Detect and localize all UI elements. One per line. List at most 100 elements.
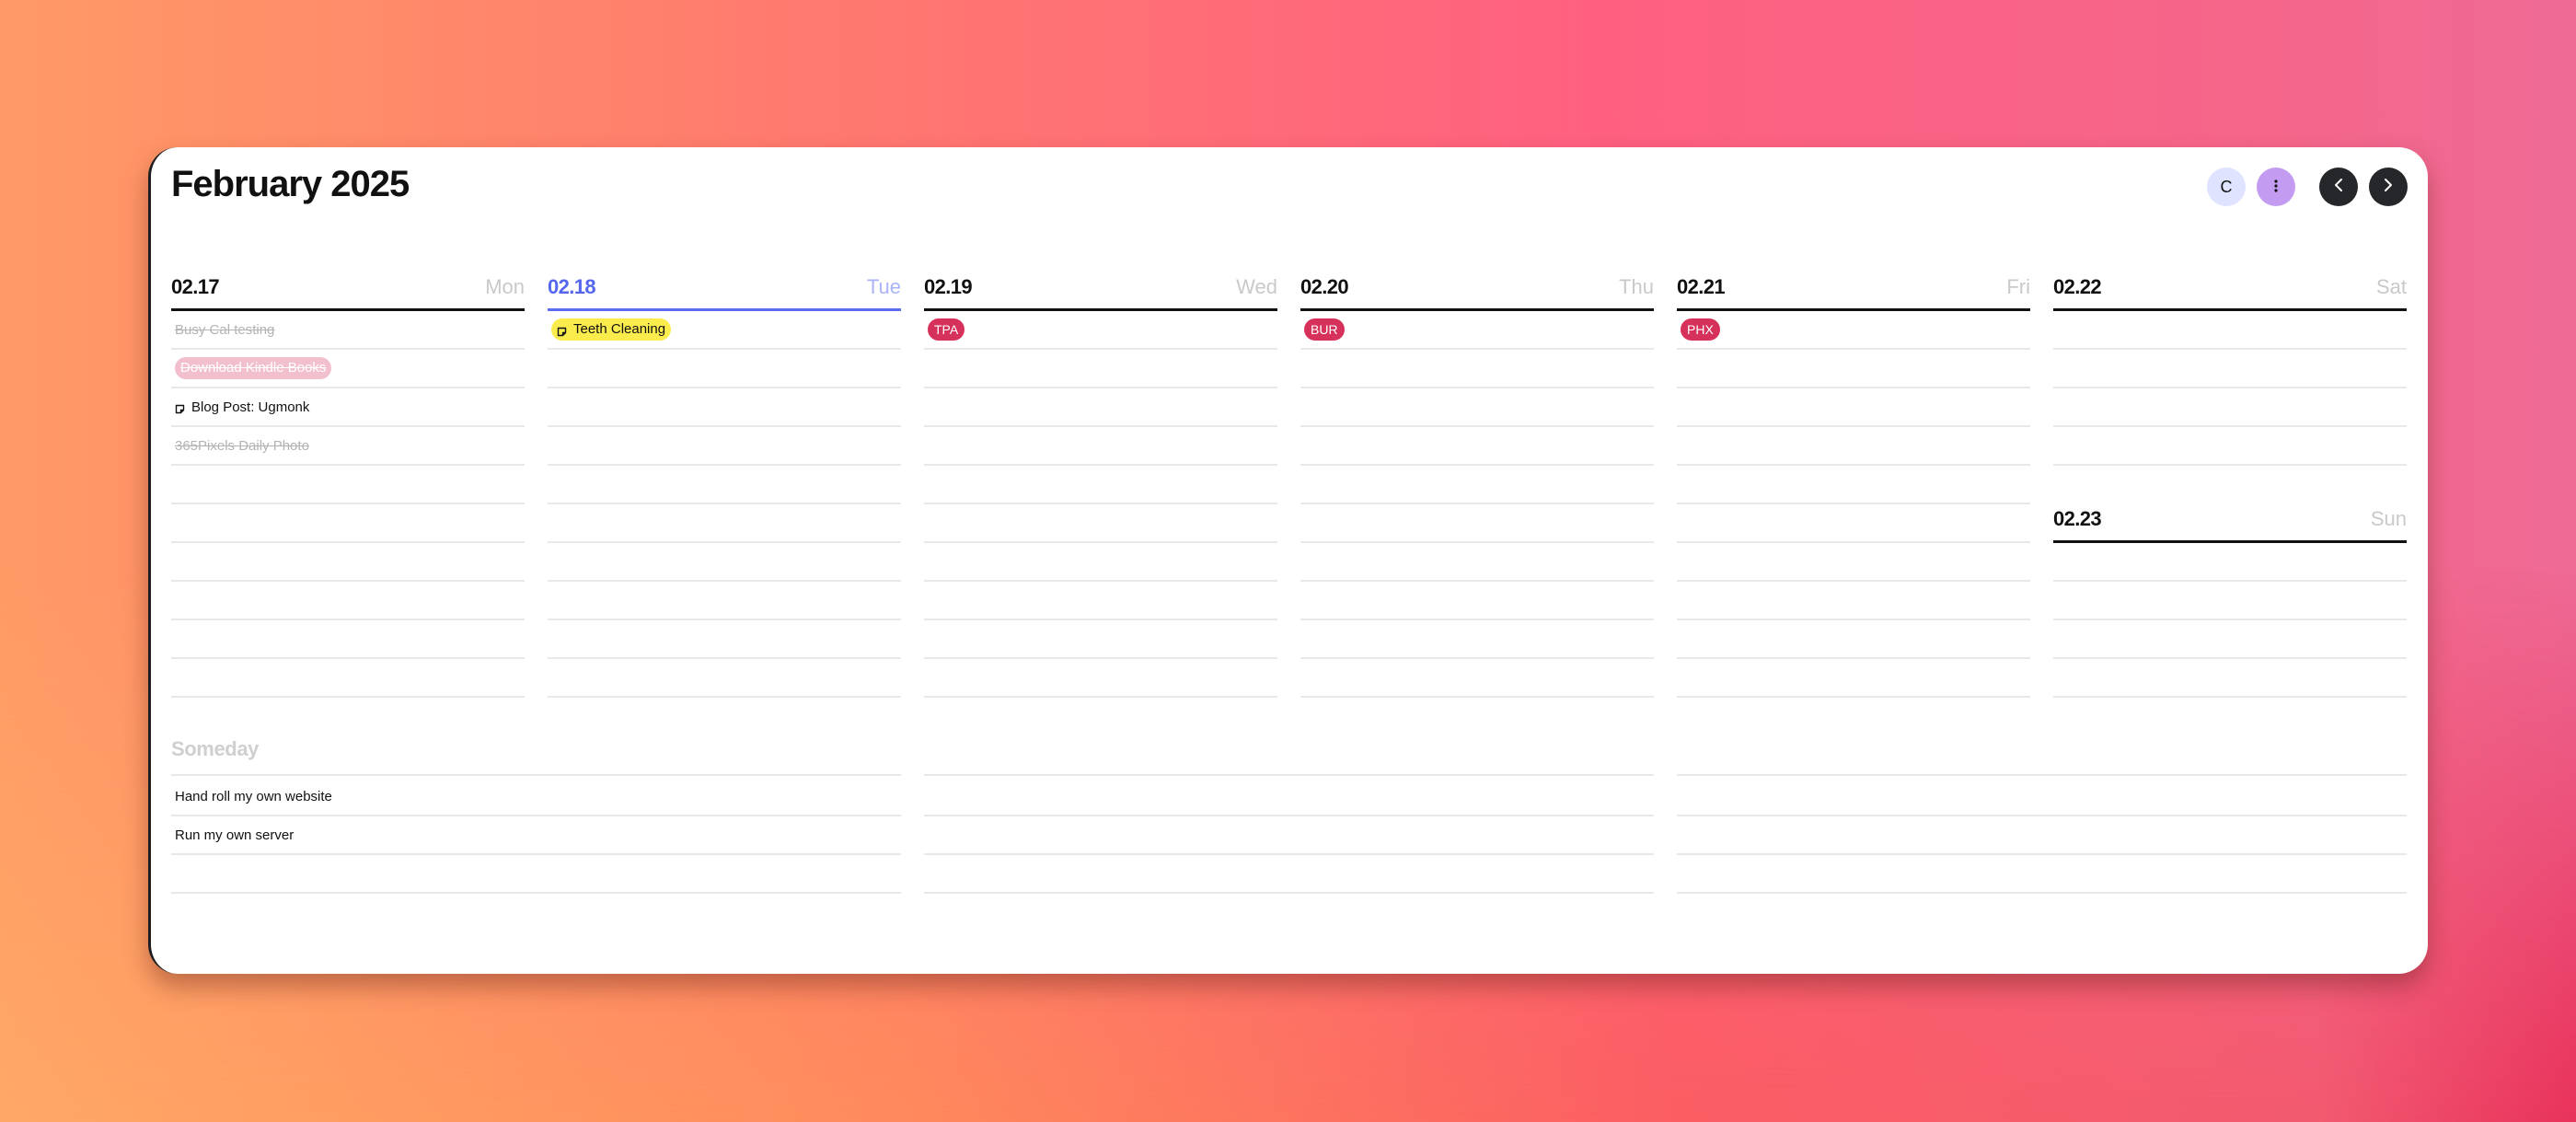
task-row[interactable]	[1300, 504, 1654, 543]
task-row[interactable]	[924, 466, 1277, 504]
task-label: Teeth Cleaning	[573, 321, 666, 337]
task-row[interactable]	[1300, 582, 1654, 620]
previous-week-button[interactable]	[2319, 168, 2358, 206]
task-row[interactable]	[1677, 620, 2030, 659]
someday-row[interactable]: Run my own server	[171, 816, 901, 855]
day-header[interactable]: 02.18 Tue	[548, 267, 901, 311]
task-row[interactable]	[548, 620, 901, 659]
task-row[interactable]	[924, 659, 1277, 698]
next-week-button[interactable]	[2369, 168, 2408, 206]
task-row[interactable]	[2053, 311, 2407, 350]
task-row[interactable]	[1677, 350, 2030, 388]
task-row[interactable]	[924, 543, 1277, 582]
day-column-thu: 02.20 Thu BUR	[1300, 267, 1654, 698]
someday-row[interactable]	[924, 855, 1654, 894]
task-row[interactable]: Teeth Cleaning	[548, 311, 901, 350]
task-row[interactable]: Download Kindle Books	[171, 350, 525, 388]
someday-row[interactable]	[1677, 855, 2407, 894]
task-row[interactable]	[548, 466, 901, 504]
task-row[interactable]	[924, 620, 1277, 659]
task-row[interactable]	[171, 620, 525, 659]
task-row[interactable]	[171, 659, 525, 698]
task-row[interactable]	[1300, 427, 1654, 466]
someday-row[interactable]	[1677, 778, 2407, 816]
task-row[interactable]	[1300, 466, 1654, 504]
task-row[interactable]	[2053, 543, 2407, 582]
flight-badge[interactable]: BUR	[1304, 318, 1345, 341]
task-row[interactable]	[548, 582, 901, 620]
task-row[interactable]	[1300, 543, 1654, 582]
task-row[interactable]	[171, 466, 525, 504]
someday-title: Someday	[171, 737, 260, 760]
task-row[interactable]	[548, 350, 901, 388]
task-row[interactable]	[924, 504, 1277, 543]
task-row[interactable]: BUR	[1300, 311, 1654, 350]
flight-badge[interactable]: PHX	[1681, 318, 1720, 341]
task-row[interactable]	[2053, 582, 2407, 620]
someday-row[interactable]	[171, 855, 901, 894]
task-row[interactable]: 365Pixels Daily Photo	[171, 427, 525, 466]
task-item[interactable]: Teeth Cleaning	[551, 318, 672, 341]
day-header[interactable]: 02.19 Wed	[924, 267, 1277, 311]
day-weekday: Fri	[2006, 275, 2030, 298]
someday-row[interactable]: Hand roll my own website	[171, 778, 901, 816]
task-row[interactable]	[1677, 582, 2030, 620]
task-row[interactable]	[171, 543, 525, 582]
task-item[interactable]: Busy Cal testing	[175, 322, 274, 338]
day-header[interactable]: 02.22 Sat	[2053, 267, 2407, 311]
flight-badge[interactable]: TPA	[928, 318, 965, 341]
task-row[interactable]	[1677, 543, 2030, 582]
task-row[interactable]	[1677, 659, 2030, 698]
day-header[interactable]: 02.23 Sun	[2053, 499, 2407, 543]
task-row[interactable]	[1677, 466, 2030, 504]
task-row[interactable]: Blog Post: Ugmonk	[171, 388, 525, 427]
day-weekday: Mon	[485, 275, 525, 298]
day-column-tue: 02.18 Tue Teeth Cleaning	[548, 267, 901, 698]
task-row[interactable]	[171, 504, 525, 543]
task-row[interactable]	[171, 582, 525, 620]
task-row[interactable]	[924, 582, 1277, 620]
someday-item[interactable]: Hand roll my own website	[175, 789, 332, 804]
someday-row[interactable]	[924, 816, 1654, 855]
task-row[interactable]	[548, 427, 901, 466]
task-row[interactable]	[1677, 388, 2030, 427]
task-row[interactable]	[1677, 427, 2030, 466]
task-row[interactable]	[1300, 350, 1654, 388]
task-row[interactable]	[924, 350, 1277, 388]
someday-group	[1677, 774, 2407, 894]
task-row[interactable]	[548, 659, 901, 698]
someday-item[interactable]: Run my own server	[175, 827, 294, 843]
someday-row[interactable]	[924, 778, 1654, 816]
task-row[interactable]	[2053, 659, 2407, 698]
task-row[interactable]	[2053, 350, 2407, 388]
someday-row[interactable]	[1677, 816, 2407, 855]
avatar[interactable]: C	[2207, 168, 2246, 206]
task-row[interactable]	[1300, 620, 1654, 659]
task-row[interactable]	[1677, 504, 2030, 543]
day-column-sat: 02.22 Sat	[2053, 267, 2407, 466]
task-row[interactable]: TPA	[924, 311, 1277, 350]
day-date: 02.21	[1677, 275, 1726, 298]
task-row[interactable]	[548, 388, 901, 427]
task-row[interactable]	[548, 504, 901, 543]
day-date: 02.17	[171, 275, 220, 298]
task-row[interactable]	[924, 388, 1277, 427]
task-row[interactable]	[1300, 659, 1654, 698]
day-column-wed: 02.19 Wed TPA	[924, 267, 1277, 698]
task-row[interactable]	[1300, 388, 1654, 427]
task-row[interactable]	[2053, 620, 2407, 659]
task-item[interactable]: 365Pixels Daily Photo	[175, 438, 309, 454]
task-row[interactable]: Busy Cal testing	[171, 311, 525, 350]
task-row[interactable]	[548, 543, 901, 582]
task-row[interactable]	[2053, 388, 2407, 427]
task-item[interactable]: Download Kindle Books	[175, 357, 332, 379]
task-row[interactable]	[2053, 427, 2407, 466]
day-header[interactable]: 02.17 Mon	[171, 267, 525, 311]
task-item[interactable]: Blog Post: Ugmonk	[175, 399, 309, 415]
day-header[interactable]: 02.20 Thu	[1300, 267, 1654, 311]
day-date: 02.22	[2053, 275, 2102, 298]
more-options-button[interactable]	[2257, 168, 2295, 206]
task-row[interactable]	[924, 427, 1277, 466]
task-row[interactable]: PHX	[1677, 311, 2030, 350]
day-header[interactable]: 02.21 Fri	[1677, 267, 2030, 311]
